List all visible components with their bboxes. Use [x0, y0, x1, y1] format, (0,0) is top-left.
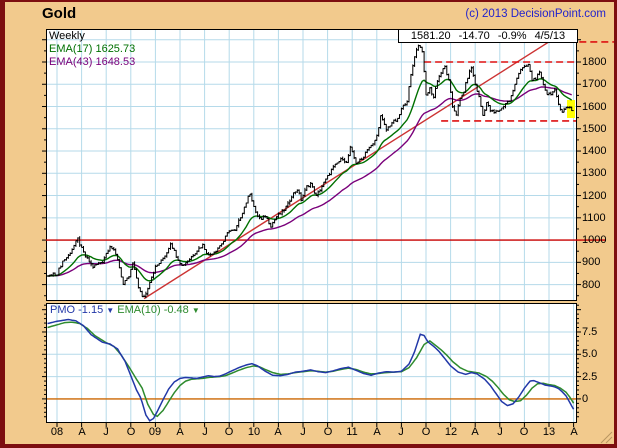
- pmo-value: -1.15: [78, 304, 103, 316]
- pmo-ema-value: -0.48: [164, 304, 189, 316]
- x-axis-label: 09: [145, 426, 165, 438]
- ema17-legend: EMA(17) 1625.73: [49, 43, 135, 56]
- pmo-ema-label: EMA(10): [117, 304, 160, 316]
- x-axis-label: 11: [342, 426, 362, 438]
- resize-grip-icon[interactable]: [599, 431, 613, 444]
- price-panel: [46, 29, 577, 301]
- x-axis-label: O: [318, 426, 338, 438]
- pmo-axis-label: 2.5: [582, 371, 597, 383]
- pmo-ema-down-arrow-icon: ▼: [192, 306, 200, 315]
- price-axis-label: 1300: [582, 167, 606, 179]
- price-axis-label: 1600: [582, 101, 606, 113]
- x-axis-label: A: [367, 426, 387, 438]
- x-axis-label: O: [514, 426, 534, 438]
- price-axis-label: 1800: [582, 56, 606, 68]
- x-axis-label: A: [268, 426, 288, 438]
- quote-date: 4/5/13: [535, 30, 566, 42]
- price-axis-label: 1700: [582, 78, 606, 90]
- price-axis-label: 900: [582, 256, 600, 268]
- pmo-axis-label: 7.5: [582, 326, 597, 338]
- pmo-legend: PMO -1.15 ▼ EMA(10) -0.48 ▼: [50, 304, 200, 316]
- pmo-label: PMO: [50, 304, 75, 316]
- x-axis-label: A: [170, 426, 190, 438]
- x-axis-label: J: [293, 426, 313, 438]
- ema43-legend: EMA(43) 1648.53: [49, 56, 135, 69]
- quote-percent: -0.9%: [498, 30, 527, 42]
- pmo-axis-label: 0: [582, 393, 588, 405]
- price-axis-label: 1200: [582, 190, 606, 202]
- price-axis-label: 1400: [582, 145, 606, 157]
- x-axis-label: 12: [441, 426, 461, 438]
- quote-change: -14.70: [459, 30, 490, 42]
- x-axis-label: 13: [539, 426, 559, 438]
- x-axis-label: J: [195, 426, 215, 438]
- pmo-axis-label: 5.0: [582, 348, 597, 360]
- x-axis-label: 08: [47, 426, 67, 438]
- x-axis-label: O: [416, 426, 436, 438]
- x-axis-label: J: [96, 426, 116, 438]
- x-axis-label: J: [490, 426, 510, 438]
- x-axis-label: A: [465, 426, 485, 438]
- x-axis-label: A: [72, 426, 92, 438]
- quote-last: 1581.20: [411, 30, 451, 42]
- x-axis-label: O: [121, 426, 141, 438]
- pmo-panel: [46, 303, 577, 423]
- x-axis-label: A: [564, 426, 584, 438]
- chart-title: Gold: [42, 5, 76, 22]
- price-axis-label: 800: [582, 279, 600, 291]
- price-axis-label: 1100: [582, 212, 606, 224]
- pmo-down-arrow-icon: ▼: [106, 306, 114, 315]
- last-quote-box: 1581.20 -14.70 -0.9% 4/5/13: [398, 29, 578, 43]
- price-legend: Weekly EMA(17) 1625.73 EMA(43) 1648.53: [49, 30, 135, 69]
- price-axis-label: 1500: [582, 123, 606, 135]
- copyright-text: (c) 2013 DecisionPoint.com: [465, 8, 606, 20]
- x-axis-label: J: [391, 426, 411, 438]
- timeframe-label: Weekly: [49, 30, 135, 43]
- chart-window: Gold (c) 2013 DecisionPoint.com Weekly E…: [0, 0, 617, 448]
- x-axis-label: O: [219, 426, 239, 438]
- price-axis-label: 1000: [582, 234, 606, 246]
- x-axis-label: 10: [244, 426, 264, 438]
